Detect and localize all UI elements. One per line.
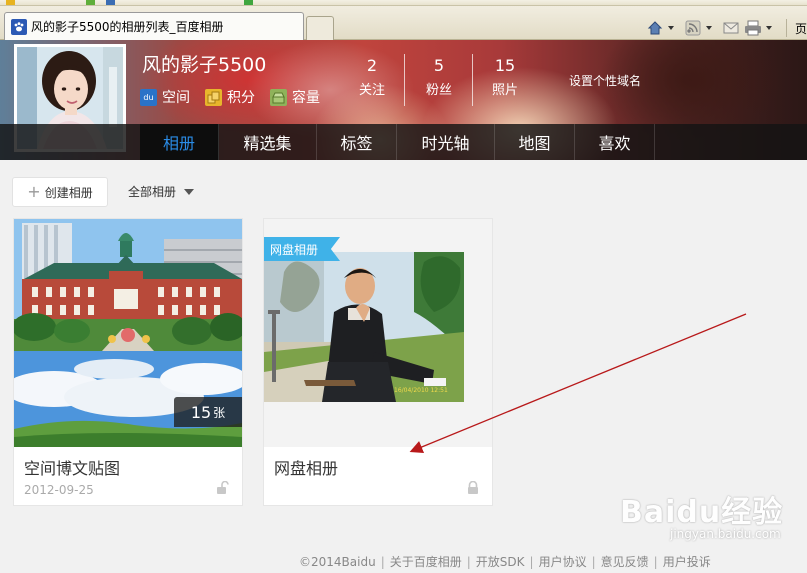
paw-icon bbox=[11, 18, 27, 35]
toolbar-icon[interactable] bbox=[244, 0, 253, 5]
stat-divider bbox=[404, 54, 405, 106]
photo-count: 15 bbox=[190, 402, 212, 422]
footer-links: ©2014Baidu | 关于百度相册 | 开放SDK | 用户协议 | 意见反馈 | 用户投诉 bbox=[299, 555, 711, 569]
album-name[interactable]: 网盘相册 bbox=[274, 455, 338, 479]
stat-photos[interactable]: 15 照片 bbox=[475, 56, 535, 98]
stat-value: 5 bbox=[433, 56, 445, 75]
space-link[interactable]: 空间 bbox=[162, 87, 190, 107]
album-cover-photo: 16/04/2010 12:51 bbox=[264, 252, 464, 402]
tab-featured[interactable]: 精选集 bbox=[219, 124, 317, 160]
unlock-icon bbox=[216, 480, 230, 498]
tab-albums[interactable]: 相册 bbox=[140, 124, 219, 160]
storage-link[interactable]: 容量 bbox=[292, 87, 320, 107]
chevron-down-icon[interactable] bbox=[705, 26, 712, 30]
filter-label: 全部相册 bbox=[128, 185, 177, 199]
footer-link-sdk[interactable]: 开放SDK bbox=[476, 555, 525, 569]
plus-icon: + bbox=[27, 182, 41, 201]
footer-link-agreement[interactable]: 用户协议 bbox=[539, 555, 587, 569]
album-filter-dropdown[interactable]: 全部相册 bbox=[128, 183, 195, 200]
album-date: 2012-09-25 bbox=[24, 483, 94, 497]
browser-tab-bar: 风的影子5500的相册列表_百度相册 页 bbox=[0, 6, 807, 40]
album-card[interactable]: 16/04/2010 12:51 网盘相册 网盘相册 bbox=[263, 218, 493, 506]
tab-title: 风的影子5500的相册列表_百度相册 bbox=[31, 20, 224, 34]
stat-fans[interactable]: 5 粉丝 bbox=[409, 56, 469, 98]
create-album-label: 创建相册 bbox=[44, 185, 93, 200]
photo-count-unit: 张 bbox=[213, 405, 226, 420]
toolbar-icon[interactable] bbox=[106, 0, 115, 5]
album-cover[interactable]: 15 张 bbox=[14, 219, 242, 447]
lock-icon bbox=[466, 480, 480, 498]
tab-map[interactable]: 地图 bbox=[495, 124, 575, 160]
home-icon[interactable] bbox=[646, 19, 664, 37]
photo-date-stamp: 16/04/2010 12:51 bbox=[394, 387, 448, 394]
footer-link-feedback[interactable]: 意见反馈 bbox=[601, 555, 649, 569]
tab-likes[interactable]: 喜欢 bbox=[575, 124, 655, 160]
mail-icon[interactable] bbox=[722, 19, 740, 37]
stat-divider bbox=[472, 54, 473, 106]
chevron-down-icon[interactable] bbox=[667, 26, 674, 30]
toolbar-icon[interactable] bbox=[86, 0, 95, 5]
stat-value: 2 bbox=[366, 56, 378, 75]
custom-domain-link[interactable]: 设置个性域名 bbox=[569, 72, 641, 89]
album-name[interactable]: 空间博文贴图 bbox=[24, 455, 120, 479]
toolbar-divider bbox=[785, 19, 787, 37]
photo-count-badge: 15 张 bbox=[174, 397, 242, 427]
page-menu-label[interactable]: 页 bbox=[795, 20, 807, 37]
create-album-button[interactable]: + 创建相册 bbox=[12, 177, 108, 207]
chevron-down-icon bbox=[184, 188, 195, 195]
footer-link-about[interactable]: 关于百度相册 bbox=[390, 555, 462, 569]
album-card[interactable]: 15 张 空间博文贴图 2012-09-25 bbox=[13, 218, 243, 506]
new-tab-button[interactable] bbox=[306, 16, 334, 40]
watermark-url: jingyan.baidu.com bbox=[670, 527, 781, 541]
stat-following[interactable]: 2 关注 bbox=[342, 56, 402, 98]
favorites-icon[interactable] bbox=[6, 0, 15, 5]
points-link[interactable]: 积分 bbox=[227, 87, 255, 107]
stat-value: 15 bbox=[494, 56, 516, 75]
stat-label: 关注 bbox=[358, 83, 385, 98]
username[interactable]: 风的影子5500 bbox=[142, 50, 266, 77]
footer-link-complaint[interactable]: 用户投诉 bbox=[663, 555, 711, 569]
feeds-icon[interactable] bbox=[684, 19, 702, 37]
netdisk-album-tag: 网盘相册 bbox=[264, 237, 340, 261]
album-nav: 相册 精选集 标签 时光轴 地图 喜欢 bbox=[0, 124, 807, 160]
storage-icon[interactable] bbox=[270, 88, 287, 106]
copyright: ©2014Baidu bbox=[299, 555, 376, 569]
space-icon[interactable]: du bbox=[140, 88, 157, 106]
points-icon[interactable] bbox=[205, 88, 222, 106]
tab-tags[interactable]: 标签 bbox=[317, 124, 397, 160]
print-icon[interactable] bbox=[744, 19, 762, 37]
baidu-jingyan-watermark: Baidu经验 jingyan.baidu.com bbox=[620, 487, 783, 541]
stat-label: 照片 bbox=[491, 83, 518, 98]
album-cover[interactable]: 16/04/2010 12:51 网盘相册 bbox=[264, 219, 492, 447]
chevron-down-icon[interactable] bbox=[765, 26, 772, 30]
browser-tab-active[interactable]: 风的影子5500的相册列表_百度相册 bbox=[4, 12, 304, 40]
user-links: du 空间 积分 容量 bbox=[140, 87, 330, 107]
watermark-brand: Baidu经验 bbox=[620, 495, 784, 530]
tab-timeline[interactable]: 时光轴 bbox=[397, 124, 495, 160]
browser-command-bar: 页 bbox=[646, 16, 807, 40]
stat-label: 粉丝 bbox=[425, 83, 452, 98]
